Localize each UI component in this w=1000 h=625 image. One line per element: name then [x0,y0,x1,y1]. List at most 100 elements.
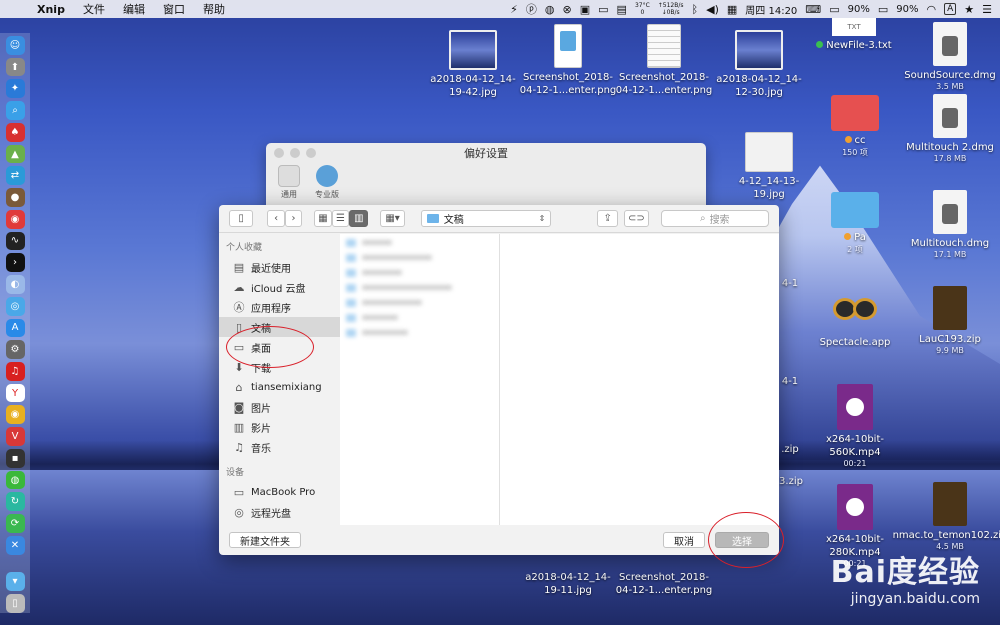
desktop-item-partial[interactable]: 4-1 [780,372,800,388]
icon-view-button[interactable]: ▦ [314,210,332,227]
tab-general[interactable]: 通用 [274,165,304,200]
clock[interactable]: 周四 14:20 [745,2,797,17]
lightning-icon[interactable]: ⚡ [510,3,518,16]
sidebar-item-recent[interactable]: ▤ 最近使用 [219,257,340,277]
sidebar-item-music[interactable]: ♫ 音乐 [219,437,340,457]
vivaldi-icon[interactable]: V [5,427,25,446]
list-item[interactable] [346,236,491,249]
list-item[interactable] [346,251,491,264]
desktop-item-partial[interactable]: .zip [780,440,800,456]
app-menu[interactable]: Xnip [28,3,74,16]
desktop-item[interactable]: TXT NewFile-3.txt [804,18,904,52]
battery-percent-1[interactable]: 90% [848,4,870,15]
sidebar-item-applications[interactable]: Ⓐ 应用程序 [219,297,340,317]
desktop-item[interactable]: nmac.to_temon102.zip 4.5 MB [893,482,1000,551]
network-readout[interactable]: ↑512B/s ↓0B/s [658,2,684,16]
list-item[interactable] [346,281,491,294]
list-icon[interactable]: ☰ [982,3,992,16]
preferences-icon[interactable]: ⚙ [5,340,25,360]
calendar-icon[interactable]: ▦ [727,3,737,16]
tab-pro[interactable]: 专业版 [312,165,342,200]
desktop-item[interactable]: Multitouch 2.dmg 17.8 MB [900,94,1000,163]
battery-icon-2[interactable]: ▭ [878,3,888,16]
sidebar-item-remote-disc[interactable]: ◎ 远程光盘 [219,502,340,522]
volume-icon[interactable]: ◀) [706,3,719,16]
desktop-item[interactable]: Pa 2 项 [805,192,905,255]
netease-music-icon[interactable]: ♫ [5,362,25,381]
sidebar-item-macbook[interactable]: ▭ MacBook Pro [219,482,340,502]
desktop-item[interactable]: Screenshot_2018-04-12-1...enter.png [518,24,618,97]
monitor-icon[interactable]: ▭ [598,3,608,16]
console-icon[interactable]: ▪ [5,448,25,468]
yandex-icon[interactable]: Y [5,383,25,403]
desktop-item[interactable]: a2018-04-12_14-19-42.jpg [423,30,523,99]
safari-icon[interactable]: ✦ [5,79,25,99]
temperature-readout[interactable]: 37°C 0 [635,2,650,16]
star-icon[interactable]: ★ [964,3,974,16]
back-button[interactable]: ‹ [267,210,285,227]
appstore-icon[interactable]: A [5,318,25,338]
tag-button[interactable]: ⊂⊃ [624,210,649,227]
share-button[interactable]: ⇪ [597,210,619,227]
prefs-titlebar[interactable]: 偏好设置 [266,143,706,163]
finder-icon[interactable]: ☺ [5,36,25,55]
p-icon[interactable]: ⓟ [526,1,537,17]
desktop-item-partial[interactable]: 4-1 [780,274,800,290]
launchpad-icon[interactable]: ⬆ [5,57,25,77]
trash-icon[interactable]: ▯ [5,594,25,613]
app-red2-icon[interactable]: ◉ [5,209,25,229]
podcast-icon[interactable]: ◐ [5,275,25,294]
sync-icon[interactable]: ↻ [5,492,25,512]
desktop-item[interactable]: x264-10bit-560K.mp4 00:21 [805,384,905,468]
wechat-dock-icon[interactable]: ◍ [5,470,25,490]
sidebar-item-icloud[interactable]: ☁ iCloud 云盘 [219,277,340,297]
column-view-button[interactable]: ▥ [349,210,369,227]
group-button[interactable]: ▦▾ [380,210,405,227]
menu-edit[interactable]: 编辑 [114,1,154,17]
bluetooth-icon[interactable]: ᛒ [692,3,699,16]
list-item[interactable] [346,296,491,309]
desktop-item[interactable]: Multitouch.dmg 17.1 MB [900,190,1000,259]
desktop-item[interactable]: Screenshot_2018-04-12-1...enter.png [614,568,714,597]
menu-file[interactable]: 文件 [74,1,114,17]
list-item[interactable] [346,311,491,324]
chrome-icon[interactable]: ◉ [5,405,25,425]
desktop-item[interactable]: 4-12_14-13-19.jpg [730,132,808,201]
list-item[interactable] [346,326,491,339]
cancel-button[interactable]: 取消 [663,532,705,548]
search-app-icon[interactable]: ⌕ [5,101,25,120]
transfer-icon[interactable]: ⇄ [5,166,25,186]
cancel-circle-icon[interactable]: ⊗ [563,3,572,16]
siri-icon[interactable]: ◎ [5,296,25,316]
sidebar-item-pictures[interactable]: ◙ 图片 [219,397,340,417]
downloads-folder-icon[interactable]: ▾ [5,572,25,592]
activity-monitor-icon[interactable]: ∿ [5,231,25,251]
terminal-icon[interactable]: › [5,253,25,273]
refresh-green-icon[interactable]: ⟳ [5,514,25,533]
list-view-button[interactable]: ☰ [331,210,350,227]
input-method[interactable]: A [944,3,957,15]
search-input[interactable]: ⌕ 搜索 [660,210,770,227]
sidebar-toggle-button[interactable]: ▯ [229,210,254,227]
bag-icon[interactable]: ▣ [580,3,590,16]
keyboard-icon[interactable]: ⌨ [805,3,821,16]
menu-help[interactable]: 帮助 [194,1,234,17]
shell-icon[interactable]: ● [5,188,25,207]
desktop-item[interactable]: Screenshot_2018-04-12-1...enter.png [614,24,714,97]
desktop-item[interactable]: Spectacle.app [805,292,905,349]
desktop-item[interactable]: a2018-04-12_14-19-11.jpg [518,568,618,597]
app-red-icon[interactable]: ♠ [5,122,25,142]
path-dropdown[interactable]: 文稿 ⇕ [420,210,552,227]
desktop-item-partial[interactable]: 3.zip [779,472,803,488]
battery-percent-2[interactable]: 90% [896,4,918,15]
wifi-icon[interactable]: ◠ [926,3,936,16]
android-icon[interactable]: ▲ [5,144,25,164]
list-item[interactable] [346,266,491,279]
xcode-tool-icon[interactable]: ✕ [5,535,25,555]
sidebar-item-home[interactable]: ⌂ tiansemixiang [219,377,340,397]
menu-window[interactable]: 窗口 [154,1,194,17]
file-column-1[interactable] [340,234,500,525]
forward-button[interactable]: › [284,210,303,227]
sidebar-item-movies[interactable]: ▥ 影片 [219,417,340,437]
chart-icon[interactable]: ▤ [617,3,627,16]
